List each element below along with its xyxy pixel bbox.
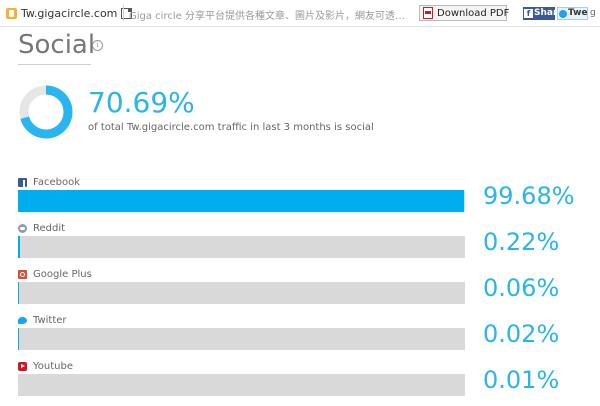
site-link[interactable]: Tw.gigacircle.com — [6, 5, 132, 21]
source-name: Google Plus — [33, 269, 92, 280]
source-label[interactable]: Reddit — [18, 222, 65, 234]
source-label[interactable]: Twitter — [18, 314, 67, 326]
youtube-icon — [18, 362, 27, 371]
reddit-icon — [18, 224, 27, 233]
source-bar-fill — [18, 190, 464, 212]
site-favicon-icon — [6, 8, 17, 19]
source-bar-track — [18, 328, 465, 350]
title-underline — [18, 64, 91, 65]
social-source-row: Google Plus 0.06% — [0, 268, 600, 314]
source-bar-track — [18, 374, 465, 396]
site-domain[interactable]: Tw.gigacircle.com — [21, 7, 117, 20]
social-description: of total Tw.gigacircle.com traffic in la… — [88, 122, 374, 133]
source-percent: 0.01% — [483, 366, 559, 394]
twitter-bird-icon — [559, 10, 567, 18]
header-divider — [123, 5, 124, 21]
social-source-row: Facebook 99.68% — [0, 176, 600, 222]
social-share-donut — [18, 84, 74, 140]
facebook-icon — [18, 178, 27, 187]
source-label[interactable]: Youtube — [18, 360, 73, 372]
twitter-icon — [18, 316, 27, 325]
source-percent: 0.02% — [483, 320, 559, 348]
source-name: Twitter — [33, 315, 67, 326]
social-source-row: Reddit 0.22% — [0, 222, 600, 268]
google-plus-button[interactable]: g — [590, 7, 600, 20]
share-label: Shar — [534, 7, 555, 20]
info-icon[interactable]: i — [92, 40, 103, 51]
source-percent: 99.68% — [483, 182, 575, 210]
source-bar-fill — [18, 236, 20, 258]
source-label[interactable]: Facebook — [18, 176, 80, 188]
google-plus-icon — [18, 270, 27, 279]
tweet-label: Twe — [568, 8, 588, 19]
source-name: Facebook — [33, 177, 80, 188]
facebook-icon: f — [524, 9, 533, 18]
social-source-row: Youtube 0.01% — [0, 360, 600, 406]
source-percent: 0.06% — [483, 274, 559, 302]
source-bar-track — [18, 190, 465, 212]
source-label[interactable]: Google Plus — [18, 268, 92, 280]
facebook-share-button[interactable]: f Shar — [523, 7, 555, 20]
tweet-button[interactable]: Twe — [557, 7, 588, 20]
site-header-bar: Tw.gigacircle.com Giga circle 分享平台提供各種文章… — [0, 0, 600, 27]
download-pdf-button[interactable]: Download PDF — [419, 5, 507, 21]
source-name: Youtube — [33, 361, 73, 372]
social-source-row: Twitter 0.02% — [0, 314, 600, 360]
download-pdf-label: Download PDF — [437, 8, 509, 19]
social-percent: 70.69% — [88, 86, 195, 119]
site-description: Giga circle 分享平台提供各種文章、圖片及影片，網友可透… — [129, 7, 409, 21]
pdf-icon — [423, 7, 433, 19]
source-bar-track — [18, 282, 465, 304]
source-bar-track — [18, 236, 465, 258]
source-name: Reddit — [33, 223, 65, 234]
section-title: Social — [18, 30, 95, 60]
source-percent: 0.22% — [483, 228, 559, 256]
